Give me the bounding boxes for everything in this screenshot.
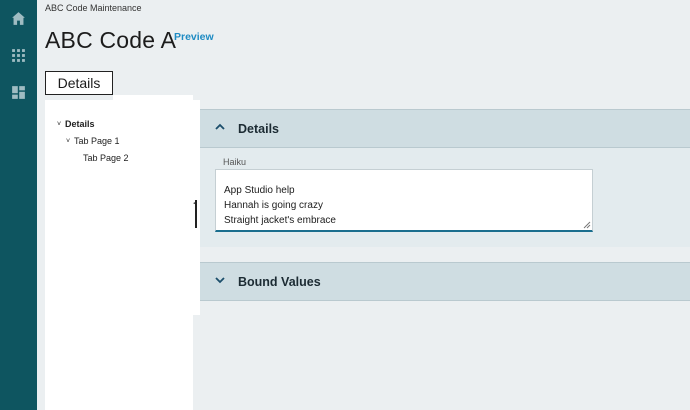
tree-panel <box>45 100 193 410</box>
nav-rail <box>0 0 37 410</box>
resize-grip-icon[interactable] <box>583 221 591 229</box>
haiku-line: Straight jacket's embrace <box>224 215 336 226</box>
details-section-header[interactable]: Details <box>200 110 690 148</box>
bound-values-section: Bound Values <box>200 262 690 301</box>
tree-item-label: Tab Page 1 <box>74 136 120 146</box>
home-icon[interactable] <box>10 10 27 27</box>
chevron-down-icon <box>214 274 230 290</box>
tree-item-details[interactable]: ˅ Details <box>57 119 95 129</box>
section-title: Details <box>238 121 279 136</box>
tree-item-label: Details <box>65 119 95 129</box>
panel-splitter[interactable] <box>195 200 197 228</box>
apps-grid-icon[interactable] <box>10 47 27 64</box>
haiku-textarea[interactable]: App Studio help Hannah is going crazy St… <box>215 169 593 232</box>
haiku-line: App Studio help <box>224 185 295 196</box>
haiku-line: Hannah is going crazy <box>224 200 323 211</box>
bound-values-section-header[interactable]: Bound Values <box>200 263 690 301</box>
details-section-body: Haiku App Studio help Hannah is going cr… <box>200 148 690 247</box>
dashboard-icon[interactable] <box>10 84 27 101</box>
page-title: ABC Code A <box>45 27 177 53</box>
section-title: Bound Values <box>238 274 321 289</box>
tree-item-tab-page-1[interactable]: ˅ Tab Page 1 <box>66 136 120 146</box>
preview-link[interactable]: Preview <box>174 31 214 43</box>
tree-item-label: Tab Page 2 <box>83 153 129 163</box>
chevron-down-icon: ˅ <box>66 137 71 145</box>
chevron-down-icon: ˅ <box>57 120 62 128</box>
haiku-label: Haiku <box>223 157 247 167</box>
tree-item-tab-page-2[interactable]: Tab Page 2 <box>83 153 129 163</box>
breadcrumb: ABC Code Maintenance <box>45 3 142 13</box>
chevron-up-icon <box>214 121 230 137</box>
tab-details[interactable]: Details <box>45 71 113 95</box>
details-section: Details Haiku App Studio help Hannah is … <box>200 109 690 247</box>
